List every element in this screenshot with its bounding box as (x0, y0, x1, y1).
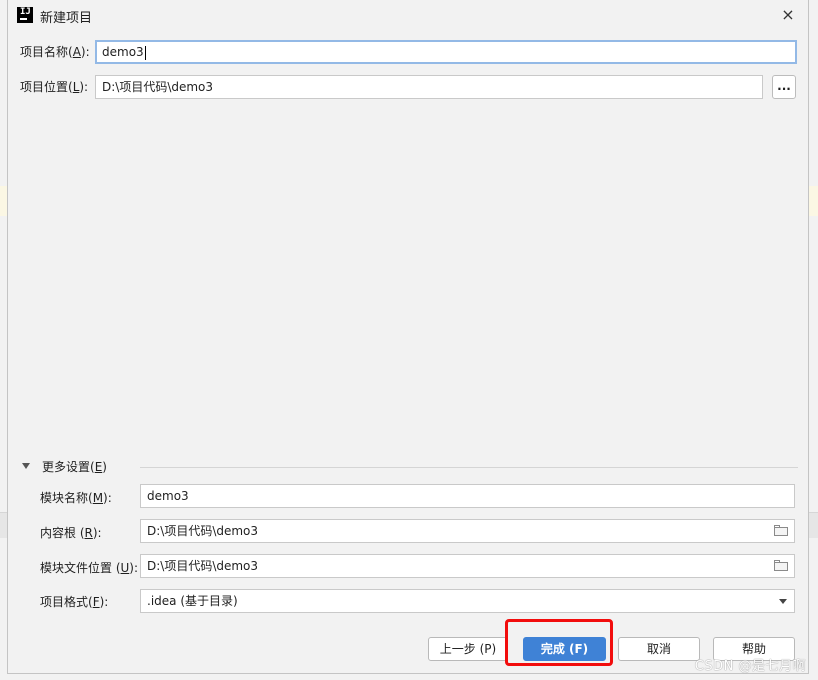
content-root-value: D:\项目代码\demo3 (147, 524, 259, 538)
more-settings-label: 更多设置(E) (42, 460, 107, 474)
folder-icon[interactable] (774, 560, 788, 571)
module-name-label: 模块名称(M): (40, 491, 112, 505)
project-name-label: 项目名称(A): (20, 45, 90, 59)
dialog-title: 新建项目 (40, 11, 93, 26)
close-icon[interactable]: × (778, 5, 798, 25)
module-name-input[interactable]: demo3 (140, 484, 795, 508)
project-location-value: D:\项目代码\demo3 (102, 80, 214, 94)
csdn-watermark: CSDN @是七月啊 (694, 659, 806, 674)
expand-triangle-icon (22, 463, 30, 469)
new-project-dialog: IJ 新建项目 × 项目名称(A): demo3 项目位置(L): D:\项目代… (7, 0, 809, 674)
module-file-location-value: D:\项目代码\demo3 (147, 559, 259, 573)
project-location-input[interactable]: D:\项目代码\demo3 (95, 75, 763, 99)
more-settings-toggle[interactable]: 更多设置(E) (22, 458, 798, 476)
module-file-location-input[interactable]: D:\项目代码\demo3 (140, 554, 795, 578)
project-format-select[interactable]: .idea (基于目录) (140, 589, 795, 613)
intellij-app-icon: IJ (17, 7, 33, 23)
finish-button-highlight-box (505, 619, 613, 666)
project-format-value: .idea (基于目录) (147, 594, 238, 608)
folder-icon[interactable] (774, 525, 788, 536)
previous-button[interactable]: 上一步 (P) (428, 637, 508, 661)
cancel-button[interactable]: 取消 (618, 637, 700, 661)
background-bar (808, 512, 818, 538)
project-name-value: demo3 (102, 45, 144, 59)
background-strip (808, 186, 818, 216)
title-bar: IJ 新建项目 × (8, 0, 808, 30)
browse-button[interactable]: ... (772, 75, 796, 99)
chevron-down-icon (779, 599, 787, 604)
project-name-input[interactable]: demo3 (95, 40, 797, 64)
module-name-value: demo3 (147, 489, 189, 503)
project-format-label: 项目格式(F): (40, 595, 109, 609)
content-root-input[interactable]: D:\项目代码\demo3 (140, 519, 795, 543)
text-caret (144, 45, 146, 60)
section-divider (140, 467, 798, 468)
content-root-label: 内容根 (R): (40, 526, 102, 540)
project-location-label: 项目位置(L): (20, 80, 89, 94)
module-file-location-label: 模块文件位置 (U): (40, 561, 139, 575)
app-icon-text: IJ (20, 7, 31, 17)
